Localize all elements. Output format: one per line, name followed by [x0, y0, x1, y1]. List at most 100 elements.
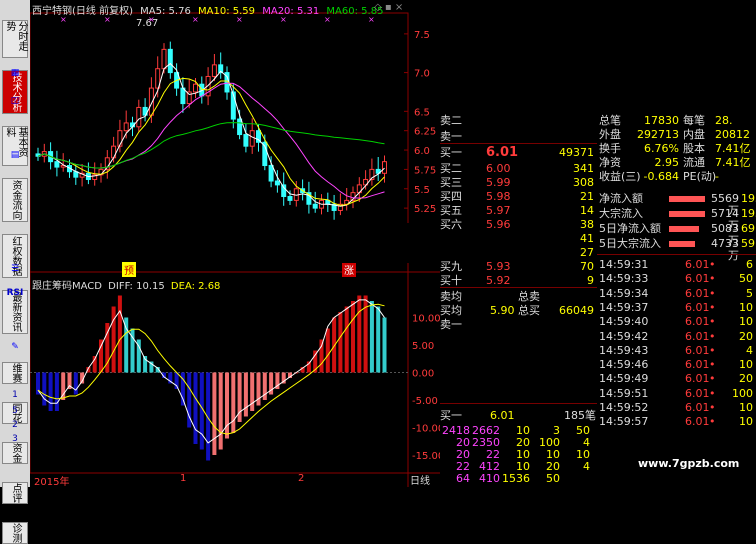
buy-level-volume: 41	[580, 232, 594, 245]
candle-body	[382, 161, 387, 174]
overlay-box	[222, 223, 438, 263]
stat-key: 外盘	[599, 128, 621, 141]
price-axis-tick: 5.75	[414, 165, 436, 176]
flow-extra: 59	[741, 237, 755, 250]
tick-price: 6.01	[685, 401, 710, 414]
edit-icon[interactable]: ✎	[4, 340, 26, 354]
sell-one-label: 卖一	[440, 318, 462, 331]
left-sidebar: 分时走势 技术分析 基本资料 资金流向 红权数据 最新资讯 维赛 同花 资金 点评 诊测 1 5 2 3 RS…	[0, 0, 30, 544]
macd-bar	[73, 372, 78, 395]
candle-icon[interactable]: ◫	[4, 94, 26, 108]
divider	[440, 403, 597, 404]
macd-bar	[212, 372, 217, 455]
window-controls[interactable]: ◇ ▪ ×	[374, 2, 403, 13]
macd-bar	[369, 301, 374, 373]
bottom-buy-label: 买一	[440, 409, 462, 422]
tick-volume: 5	[746, 286, 753, 300]
tick-volume: 100	[732, 386, 753, 400]
buy-level-volume: 9	[587, 274, 594, 287]
buy-level-label: 买五	[440, 204, 462, 217]
tick-price: 6.01	[685, 258, 710, 271]
buy-level-volume: 38	[580, 218, 594, 231]
buy-level-label: 买二	[440, 162, 462, 175]
sidebar-number[interactable]: 3	[4, 432, 26, 446]
divider	[440, 143, 597, 144]
stat-value: 2.95	[654, 156, 680, 169]
candle-body	[249, 130, 255, 147]
flow-label: 大宗流入	[599, 207, 643, 220]
event-mark-left[interactable]: 预	[122, 262, 136, 277]
stats-panel: 总笔 17830 每笔 28. 外盘 292713 内盘 20812 换手 6.76% 股本 7.41…	[597, 113, 756, 487]
stat-key: 净资	[599, 156, 621, 169]
macd-bar	[325, 328, 330, 373]
stat-value: 20812	[715, 128, 750, 141]
tick-volume: 10	[739, 358, 753, 372]
bottom-buy-count: 185笔	[564, 409, 596, 422]
ma20-label: MA20: 5.31	[262, 6, 320, 17]
tick-volume: 6	[746, 258, 753, 271]
tick-time: 14:59:40	[599, 315, 649, 329]
event-mark-right[interactable]: 涨	[342, 262, 356, 277]
tab-review[interactable]: 点评	[2, 482, 28, 504]
tick-dot: •	[709, 343, 716, 357]
macd-bar	[332, 317, 337, 373]
flow-bar	[669, 241, 695, 247]
macd-axis-tick: -5.00	[412, 396, 438, 407]
tab-diagnosis[interactable]: 诊测	[2, 522, 28, 544]
stat-key: 换手	[599, 142, 621, 155]
tick-price: 6.01	[685, 343, 710, 357]
sidebar-number[interactable]: 1	[4, 388, 26, 402]
doc-icon[interactable]: ☰	[4, 262, 26, 276]
stat-key: 总笔	[599, 114, 621, 127]
macd-bar	[376, 306, 381, 373]
macd-axis-tick: 0.00	[412, 369, 434, 380]
buy-level-volume: 341	[573, 162, 594, 175]
tick-price: 6.01	[685, 300, 710, 314]
buy-level-price: 5.99	[486, 176, 511, 189]
period-label[interactable]: 日线	[410, 472, 430, 487]
tick-time: 14:59:51	[599, 386, 649, 400]
tick-volume: 10	[739, 300, 753, 314]
flow-label: 5日大宗流入	[599, 237, 661, 250]
tick-dot: •	[709, 300, 716, 314]
stat-key: 内盘	[683, 128, 705, 141]
high-price-label: 7.67	[136, 18, 159, 29]
tick-dot: •	[709, 315, 716, 329]
macd-bar	[225, 372, 229, 439]
rsi-icon[interactable]: RSI	[4, 286, 26, 300]
flow-extra: 69	[741, 222, 755, 235]
macd-bar	[243, 372, 248, 417]
candle-body	[193, 83, 198, 93]
tick-price: 6.01	[685, 329, 710, 343]
total-buy-value: 66049	[559, 304, 594, 317]
bottom-buy-price: 6.01	[490, 409, 515, 422]
tab-intraday[interactable]: 分时走势	[2, 20, 28, 58]
tick-volume: 20	[739, 329, 753, 343]
flow-bar	[669, 211, 705, 217]
tick-time: 14:59:46	[599, 358, 649, 372]
stat-key: PE(动)	[683, 170, 717, 183]
macd-bar	[117, 295, 122, 373]
tick-time: 14:59:52	[599, 401, 649, 414]
tick-volume: 10	[739, 315, 753, 329]
sidebar-number[interactable]: 2	[4, 418, 26, 432]
flow-label: 5日净流入额	[599, 222, 661, 235]
watermark: www.7gpzb.com	[638, 457, 740, 470]
macd-bar	[344, 306, 349, 373]
stat-value: 28.	[715, 114, 733, 127]
tick-dot: •	[709, 401, 716, 414]
candle-body	[117, 130, 123, 147]
tab-fund-flow[interactable]: 资金流向	[2, 178, 28, 222]
total-sell-label: 总卖	[518, 290, 540, 303]
tab-misc-1[interactable]: 维赛	[2, 362, 28, 384]
chart-icon[interactable]: ▦	[4, 66, 26, 80]
stats-icon[interactable]: ▤	[4, 148, 26, 162]
tick-time: 14:59:33	[599, 272, 649, 286]
flow-value: 4733万	[711, 237, 739, 262]
price-axis-tick: 5.25	[414, 204, 436, 215]
tick-volume: 10	[739, 415, 753, 429]
order-queue-cell	[562, 473, 590, 485]
sidebar-number[interactable]: 5	[4, 404, 26, 418]
time-axis-month-1: 1	[180, 473, 187, 484]
macd-axis-tick: -15.00	[412, 451, 440, 462]
